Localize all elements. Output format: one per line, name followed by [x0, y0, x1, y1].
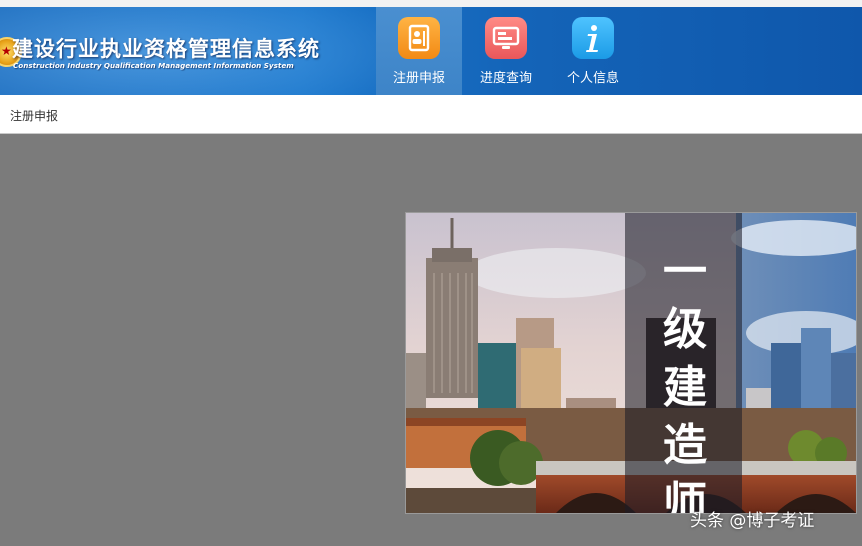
system-subtitle: Construction Industry Qualification Mana…	[13, 61, 294, 70]
profile-card-icon	[398, 17, 440, 59]
breadcrumb-current[interactable]: 注册申报	[10, 107, 58, 124]
info-icon	[572, 17, 614, 59]
watermark: 头条 @博子考证	[690, 511, 815, 531]
nav-personal-info[interactable]: 个人信息	[550, 7, 636, 95]
breadcrumb: 注册申报	[0, 95, 862, 134]
nav-personal-info-label: 个人信息	[566, 71, 619, 86]
monitor-icon	[485, 17, 527, 59]
system-title: 建设行业执业资格管理信息系统	[12, 37, 320, 61]
nav-progress-label: 进度查询	[479, 71, 532, 86]
banner-title-panel: 一 级 建 造 师	[625, 213, 742, 513]
nav-register-label: 注册申报	[392, 71, 445, 86]
nav-progress[interactable]: 进度查询	[463, 7, 549, 95]
banner-title: 一 级 建 造 师	[663, 246, 707, 514]
top-border	[0, 0, 862, 7]
banner-image: 一 级 建 造 师	[405, 212, 857, 514]
app-header: ★ 建设行业执业资格管理信息系统 Construction Industry Q…	[0, 7, 862, 95]
nav-register[interactable]: 注册申报	[376, 7, 462, 95]
